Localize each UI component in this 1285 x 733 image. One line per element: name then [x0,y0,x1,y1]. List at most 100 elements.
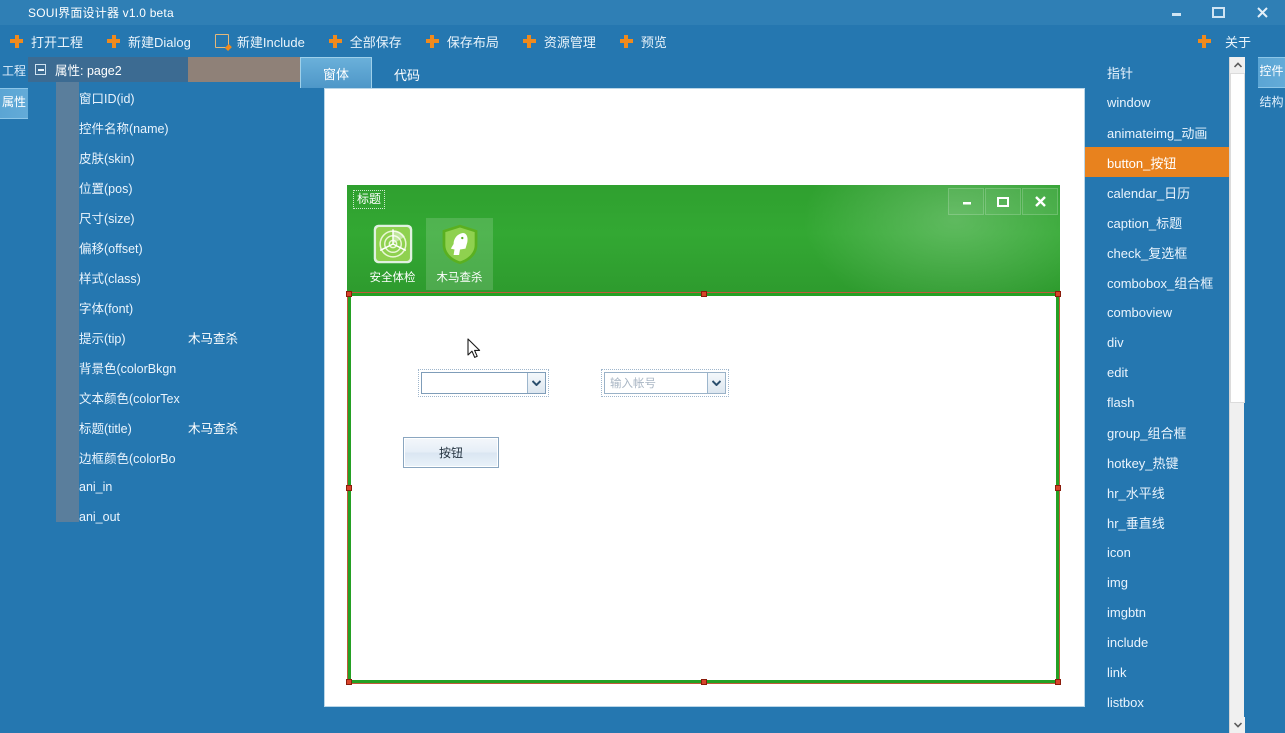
property-row[interactable]: 边框颜色(colorBo [28,442,300,472]
scroll-up-button[interactable] [1230,57,1245,73]
toolbar-item-save-all[interactable]: 全部保存 [319,25,416,57]
selection-handle[interactable] [346,485,352,491]
property-row[interactable]: 标题(title) 木马查杀 [28,412,300,442]
scroll-down-button[interactable] [1230,717,1245,733]
design-tab-trojan-scan[interactable]: 木马查杀 [426,218,493,290]
scrollbar-thumb[interactable] [1230,73,1245,403]
property-value[interactable]: 木马查杀 [188,328,238,347]
control-label: include [1107,634,1149,650]
combobox-left[interactable] [418,369,549,397]
chevron-down-icon[interactable] [527,373,545,393]
control-item-listbox[interactable]: listbox [1085,687,1243,717]
control-item-icon[interactable]: icon [1085,537,1243,567]
maximize-button[interactable] [1197,0,1239,25]
tab-project[interactable]: 工程 [0,57,28,88]
toolbar-item-resource-manager[interactable]: 资源管理 [513,25,610,57]
design-close-button[interactable] [1022,188,1058,215]
control-item-hotkey[interactable]: hotkey_热键 [1085,447,1243,477]
tab-structure[interactable]: 结构 [1258,88,1285,119]
selection-handle[interactable] [700,291,707,297]
design-maximize-button[interactable] [985,188,1021,215]
control-item-animateimg[interactable]: animateimg_动画 [1085,117,1243,147]
control-item-window[interactable]: window [1085,87,1243,117]
toolbar-item-save-layout[interactable]: 保存布局 [416,25,513,57]
control-label: link [1107,664,1127,680]
property-row[interactable]: 背景色(colorBkgn [28,352,300,382]
close-button[interactable] [1239,0,1285,25]
selection-handle[interactable] [1055,679,1061,685]
property-panel-header[interactable]: 属性: page2 [28,57,300,82]
property-row[interactable]: 窗口ID(id) [28,82,300,112]
property-row[interactable]: 文本颜色(colorTex [28,382,300,412]
control-item-button[interactable]: button_按钮 [1085,147,1243,177]
design-canvas[interactable]: 标题 安全体检 木马查杀 输入帐号 按钮 [324,88,1085,707]
tab-properties[interactable]: 属性 [0,88,28,119]
toolbar-item-about[interactable]: 关于 [1188,25,1285,57]
controls-scrollbar[interactable] [1229,57,1245,733]
control-label: button_按钮 [1107,155,1177,171]
property-row[interactable]: ani_in [28,472,300,502]
control-item-div[interactable]: div [1085,327,1243,357]
design-caption[interactable]: 标题 [353,190,386,209]
tab-form[interactable]: 窗体 [300,57,373,88]
tab-code[interactable]: 代码 [372,60,442,88]
property-row[interactable]: 皮肤(skin) [28,142,300,172]
design-client-area[interactable]: 输入帐号 按钮 [346,291,1061,685]
control-item-edit[interactable]: edit [1085,357,1243,387]
property-row[interactable]: 偏移(offset) [28,232,300,262]
control-item-combobox[interactable]: combobox_组合框 [1085,267,1243,297]
minimize-button[interactable] [1155,0,1197,25]
control-item-hr-horizontal[interactable]: hr_水平线 [1085,477,1243,507]
control-item-group[interactable]: group_组合框 [1085,417,1243,447]
property-row[interactable]: 尺寸(size) [28,202,300,232]
property-name: 边框颜色(colorBo [79,451,176,466]
selection-handle[interactable] [346,679,352,685]
control-label: flash [1107,394,1135,410]
collapse-icon[interactable] [35,64,46,75]
control-item-comboview[interactable]: comboview [1085,297,1243,327]
toolbar-label: 资源管理 [543,34,596,50]
control-item-check[interactable]: check_复选框 [1085,237,1243,267]
property-name: 背景色(colorBkgn [79,361,177,376]
minimize-icon [962,201,971,204]
chevron-down-icon[interactable] [707,373,725,393]
toolbar-item-open-project[interactable]: 打开工程 [0,25,97,57]
selection-handle[interactable] [1055,485,1061,491]
toolbar-item-new-include[interactable]: 新建Include [205,25,319,57]
property-row[interactable]: 字体(font) [28,292,300,322]
toolbar-label: 打开工程 [31,34,84,50]
property-value[interactable]: 木马查杀 [188,418,238,437]
control-item-hr-vertical[interactable]: hr_垂直线 [1085,507,1243,537]
toolbar-label: 新建Include [236,34,305,50]
property-row[interactable]: 提示(tip) 木马查杀 [28,322,300,352]
selection-handle[interactable] [700,679,707,685]
tab-controls[interactable]: 控件 [1258,57,1285,88]
selection-handle[interactable] [346,291,352,297]
tab-code-label: 代码 [394,67,421,83]
design-button[interactable]: 按钮 [403,437,499,468]
property-row[interactable]: 位置(pos) [28,172,300,202]
property-name: 窗口ID(id) [79,91,135,106]
combobox-right-placeholder: 输入帐号 [610,378,656,390]
combobox-right[interactable]: 输入帐号 [601,369,729,397]
control-item-caption[interactable]: caption_标题 [1085,207,1243,237]
control-item-flash[interactable]: flash [1085,387,1243,417]
design-tab-security-check[interactable]: 安全体检 [359,218,426,290]
design-window-header[interactable]: 标题 安全体检 木马查杀 [347,185,1060,293]
window-controls [1155,0,1285,25]
property-name: 提示(tip) [79,331,126,346]
property-row[interactable]: 样式(class) [28,262,300,292]
toolbar-item-new-dialog[interactable]: 新建Dialog [97,25,205,57]
control-item-calendar[interactable]: calendar_日历 [1085,177,1243,207]
property-row[interactable]: ani_out [28,502,300,532]
toolbar-item-preview[interactable]: 预览 [610,25,681,57]
control-item-include[interactable]: include [1085,627,1243,657]
control-item-img[interactable]: img [1085,567,1243,597]
property-row[interactable]: 控件名称(name) [28,112,300,142]
control-item-link[interactable]: link [1085,657,1243,687]
design-minimize-button[interactable] [948,188,984,215]
control-item-pointer[interactable]: 指针 [1085,57,1243,87]
control-item-imgbtn[interactable]: imgbtn [1085,597,1243,627]
plus-icon [107,34,121,48]
selection-handle[interactable] [1055,291,1061,297]
